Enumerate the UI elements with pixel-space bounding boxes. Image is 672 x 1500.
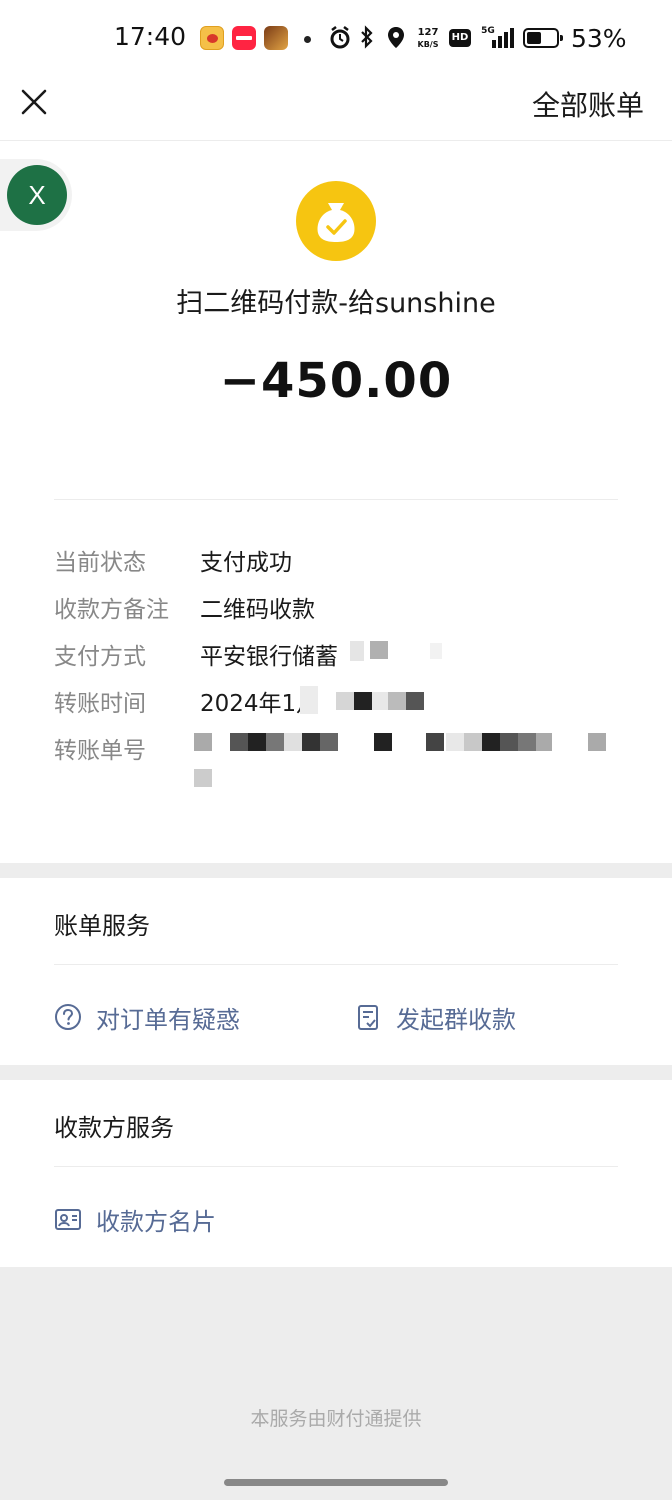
action-label: 收款方名片 bbox=[96, 1208, 216, 1236]
xiaohongshu-app-icon bbox=[232, 26, 256, 50]
redacted-block bbox=[500, 733, 518, 751]
action-label: 对订单有疑惑 bbox=[96, 1006, 240, 1034]
redacted-block bbox=[230, 733, 248, 751]
footer-provider-text: 本服务由财付通提供 bbox=[250, 1408, 422, 1430]
battery-icon bbox=[523, 28, 563, 48]
detail-label: 转账单号 bbox=[54, 738, 146, 764]
divider bbox=[54, 964, 618, 965]
net-speed-unit: KB/S bbox=[417, 40, 439, 49]
detail-row-status: 当前状态 支付成功 bbox=[54, 543, 618, 579]
redacted-block bbox=[320, 733, 338, 751]
all-bills-link[interactable]: 全部账单 bbox=[532, 84, 644, 124]
status-bar: 17:40 127 KB/S HD 5G 53% bbox=[0, 0, 672, 78]
redacted-block bbox=[354, 692, 372, 710]
redacted-block bbox=[194, 733, 212, 751]
detail-label: 支付方式 bbox=[54, 644, 146, 670]
redacted-block bbox=[350, 641, 364, 661]
hd-badge: HD bbox=[449, 29, 471, 47]
redacted-block bbox=[302, 733, 320, 751]
location-icon bbox=[388, 27, 404, 48]
question-circle-icon bbox=[55, 1004, 81, 1030]
top-bar: 全部账单 bbox=[0, 78, 672, 141]
redacted-block bbox=[406, 692, 424, 710]
detail-value: 支付成功 bbox=[200, 550, 292, 576]
redacted-block bbox=[336, 692, 354, 710]
detail-label: 当前状态 bbox=[54, 550, 146, 576]
detail-row-order-no: 转账单号 bbox=[54, 731, 618, 791]
divider bbox=[54, 1166, 618, 1167]
transaction-card: X 扫二维码付款-给sunshine −450.00 当前状态 支付成功 收款方… bbox=[0, 141, 672, 863]
redacted-block bbox=[300, 686, 318, 714]
contact-card-icon bbox=[55, 1209, 81, 1230]
battery-percent: 53% bbox=[571, 24, 627, 53]
bluetooth-icon bbox=[361, 25, 373, 49]
redacted-block bbox=[194, 769, 212, 787]
close-icon[interactable] bbox=[18, 86, 50, 118]
redacted-block bbox=[426, 733, 444, 751]
notification-dot-icon bbox=[304, 36, 311, 43]
detail-row-payment-method: 支付方式 平安银行储蓄 bbox=[54, 637, 618, 673]
transaction-title: 扫二维码付款-给sunshine bbox=[176, 288, 496, 319]
detail-row-time: 转账时间 2024年1月 bbox=[54, 684, 618, 720]
redacted-block bbox=[536, 733, 552, 751]
redacted-block bbox=[588, 733, 606, 751]
home-indicator[interactable] bbox=[224, 1479, 448, 1486]
group-collect-icon bbox=[358, 1005, 378, 1030]
redacted-block bbox=[284, 733, 302, 751]
game-app-icon bbox=[264, 26, 288, 50]
floating-app-badge: X bbox=[7, 165, 67, 225]
transaction-amount: −450.00 bbox=[219, 353, 453, 409]
money-bag-check-icon bbox=[296, 181, 376, 261]
net-speed-value: 127 bbox=[417, 27, 439, 38]
divider bbox=[54, 499, 618, 500]
redacted-block bbox=[248, 733, 266, 751]
detail-label: 转账时间 bbox=[54, 691, 146, 717]
section-title: 账单服务 bbox=[54, 912, 150, 940]
alarm-icon bbox=[330, 26, 350, 49]
redacted-block bbox=[446, 733, 464, 751]
redacted-block bbox=[430, 643, 442, 659]
detail-row-remark: 收款方备注 二维码收款 bbox=[54, 590, 618, 626]
redacted-block bbox=[370, 641, 388, 659]
floating-app-button[interactable]: X bbox=[0, 159, 72, 231]
status-time: 17:40 bbox=[114, 22, 187, 51]
action-label: 发起群收款 bbox=[396, 1006, 516, 1034]
section-title: 收款方服务 bbox=[54, 1114, 174, 1142]
detail-label: 收款方备注 bbox=[54, 597, 169, 623]
weibo-app-icon bbox=[200, 26, 224, 50]
redacted-block bbox=[482, 733, 500, 751]
redacted-block bbox=[388, 692, 406, 710]
redacted-block bbox=[374, 733, 392, 751]
redacted-block bbox=[372, 692, 388, 710]
bill-services-section: 账单服务 对订单有疑惑 发起群收款 bbox=[0, 878, 672, 1065]
redacted-block bbox=[518, 733, 536, 751]
redacted-block bbox=[266, 733, 284, 751]
payee-services-section: 收款方服务 收款方名片 bbox=[0, 1080, 672, 1267]
detail-value: 二维码收款 bbox=[200, 597, 315, 623]
signal-icon bbox=[492, 28, 514, 48]
detail-value: 平安银行储蓄 bbox=[200, 644, 338, 670]
redacted-block bbox=[464, 733, 482, 751]
